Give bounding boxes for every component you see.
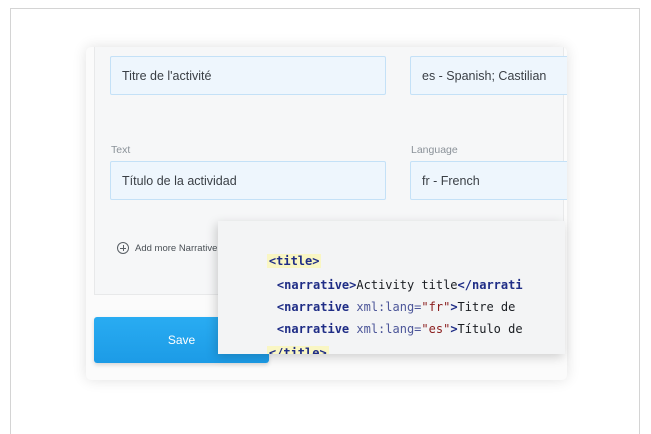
language-select-value: fr - French: [422, 173, 480, 188]
code-title-close-tag: </title>: [266, 346, 329, 354]
narrative-language-select-fr[interactable]: fr - French: [410, 161, 567, 200]
xml-code-panel: <title> <narrative>Activity title</narra…: [218, 221, 565, 354]
narrative-text-value: Título de la actividad: [122, 173, 237, 188]
code-line-title-close: </title>: [238, 329, 329, 354]
plus-circle-icon: [117, 242, 129, 254]
save-button-label: Save: [167, 333, 196, 347]
text-label: Text: [111, 144, 131, 156]
narrative-language-select-es[interactable]: es - Spanish; Castilian: [410, 56, 567, 95]
narrative-text-value: Titre de l'activité: [122, 68, 212, 83]
add-more-narrative-label: Add more Narrative: [135, 242, 218, 254]
narrative-text-field-es[interactable]: Título de la actividad: [110, 161, 386, 200]
add-more-narrative-button[interactable]: Add more Narrative: [117, 242, 217, 254]
language-label: Language: [411, 144, 458, 156]
language-select-value: es - Spanish; Castilian: [422, 68, 547, 83]
narrative-text-field-fr[interactable]: Titre de l'activité: [110, 56, 386, 95]
